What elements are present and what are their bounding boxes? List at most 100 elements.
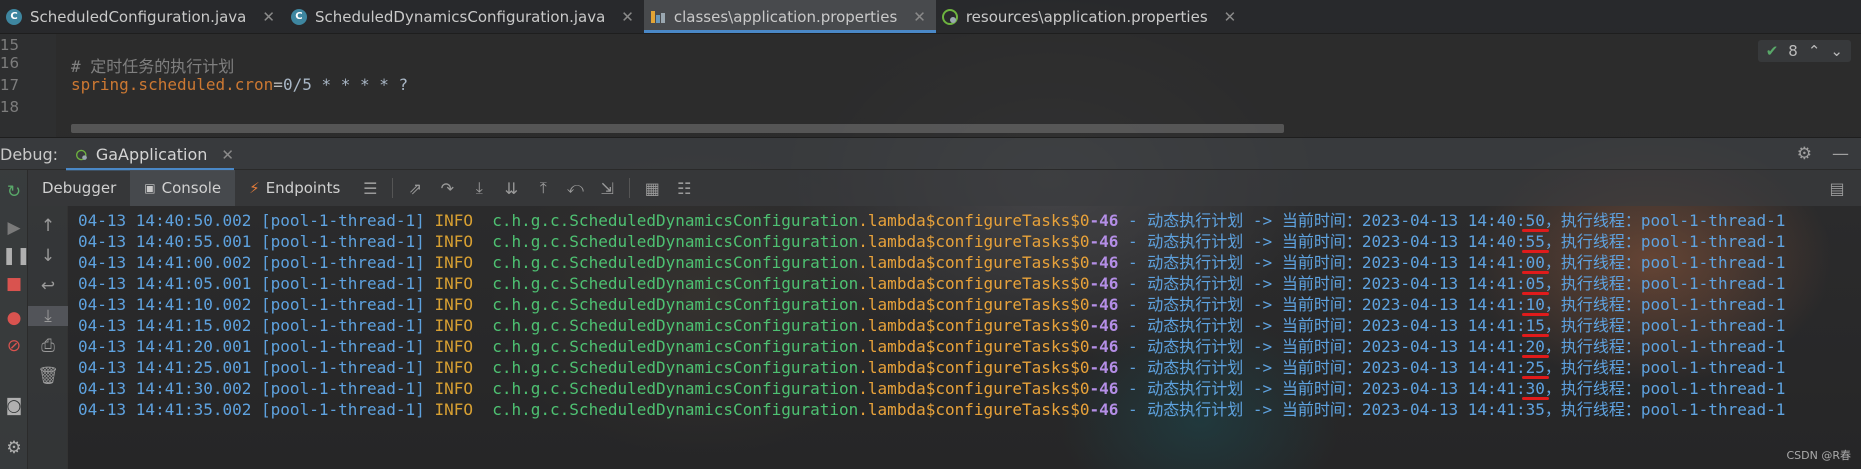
tab-resources-application-properties[interactable]: resources\application.properties ✕	[936, 0, 1246, 33]
view-breakpoints-icon[interactable]: ●	[2, 308, 26, 328]
step-over-icon[interactable]: ↷	[431, 179, 463, 198]
step-out-icon[interactable]: ⤒	[527, 178, 559, 198]
log-message: 动态执行计划 -> 当前时间：2023-04-13 14:	[1147, 274, 1497, 293]
up-arrow-icon[interactable]: ↑	[28, 216, 68, 236]
spring-properties-icon	[941, 8, 958, 25]
annotation-underline	[1521, 313, 1549, 316]
gear-icon[interactable]: ⚙	[1797, 144, 1812, 164]
mute-breakpoints-icon[interactable]: ⊘	[2, 336, 26, 356]
log-separator: -	[1118, 274, 1148, 293]
tab-endpoints[interactable]: ⚡ Endpoints	[235, 170, 354, 206]
log-class: c.h.g.c.ScheduledDynamicsConfiguration	[492, 253, 859, 272]
settings-icon[interactable]: ⚙	[2, 438, 26, 458]
close-icon[interactable]: ✕	[1224, 8, 1237, 26]
console-output[interactable]: 04-13 14:40:50.002 [pool-1-thread-1] INF…	[68, 206, 1861, 469]
log-second: 00	[1525, 253, 1545, 272]
menu-icon[interactable]: ☰	[354, 179, 386, 198]
log-line-number: -46	[1089, 253, 1119, 272]
annotation-underline	[1521, 355, 1549, 358]
chevron-down-icon[interactable]: ⌄	[1830, 42, 1843, 60]
debug-actions-strip: ↻ ▶ ❚❚ ■ ● ⊘ ◙ ⚙	[0, 170, 31, 469]
step-into-icon[interactable]: ⤓	[463, 178, 495, 198]
properties-file-icon	[650, 9, 666, 25]
code-editor[interactable]: 15 16 17 18 # 定时任务的执行计划 spring.scheduled…	[0, 34, 1861, 137]
check-icon: ✔	[1765, 42, 1779, 60]
soft-wrap-icon[interactable]: ↩	[28, 276, 68, 296]
tab-scheduled-dynamics-configuration[interactable]: C ScheduledDynamicsConfiguration.java ✕	[285, 0, 644, 33]
stop-icon[interactable]: ■	[2, 274, 26, 294]
horizontal-scrollbar[interactable]	[71, 124, 1284, 133]
close-icon[interactable]: ✕	[913, 8, 926, 26]
console-icon: ▣	[144, 181, 156, 195]
log-class: c.h.g.c.ScheduledDynamicsConfiguration	[492, 358, 859, 377]
annotation-underline	[1521, 250, 1549, 253]
run-to-cursor-icon[interactable]: ⇲	[591, 179, 623, 198]
rerun-icon[interactable]: ↻	[2, 182, 26, 202]
code-property-line: spring.scheduled.cron=0/5 * * * * ?	[71, 75, 408, 94]
chevron-up-icon[interactable]: ⌃	[1808, 42, 1821, 60]
log-level: INFO	[434, 295, 473, 314]
resume-icon[interactable]: ▶	[2, 218, 26, 238]
tab-label: ScheduledConfiguration.java	[30, 7, 247, 26]
log-class: c.h.g.c.ScheduledDynamicsConfiguration	[492, 400, 859, 419]
tab-console[interactable]: ▣ Console	[130, 170, 236, 206]
tab-debug-session[interactable]: GaApplication ✕	[66, 138, 234, 171]
scroll-to-end-icon[interactable]: ⤓	[28, 306, 68, 326]
tab-debugger[interactable]: Debugger	[28, 170, 130, 206]
log-minute: 41:	[1496, 316, 1526, 335]
log-separator: -	[1118, 337, 1148, 356]
inspection-count: 8	[1788, 42, 1798, 60]
log-class: c.h.g.c.ScheduledDynamicsConfiguration	[492, 232, 859, 251]
log-message: 动态执行计划 -> 当前时间：2023-04-13 14:	[1147, 379, 1497, 398]
log-level: INFO	[434, 211, 473, 230]
log-minute: 41:	[1496, 358, 1526, 377]
trace-stream-icon[interactable]: ☷	[668, 179, 700, 198]
java-class-icon: C	[290, 8, 307, 25]
log-class: c.h.g.c.ScheduledDynamicsConfiguration	[492, 274, 859, 293]
log-minute: 40:	[1496, 232, 1526, 251]
evaluate-expression-icon[interactable]: ▦	[636, 179, 668, 198]
log-method: .lambda$configureTasks$0	[858, 232, 1090, 251]
pause-icon[interactable]: ❚❚	[2, 246, 31, 266]
log-line-number: -46	[1089, 295, 1119, 314]
divider	[392, 178, 394, 198]
log-second: 35	[1525, 400, 1545, 419]
drop-frame-icon[interactable]: ⤺	[559, 178, 591, 198]
log-second: 10	[1525, 295, 1545, 314]
log-line-number: -46	[1089, 400, 1119, 419]
editor-tab-bar: C ScheduledConfiguration.java ✕ C Schedu…	[0, 0, 1861, 34]
divider	[629, 178, 631, 198]
show-execution-point-icon[interactable]: ⇗	[399, 179, 431, 198]
close-icon[interactable]: ✕	[221, 146, 234, 164]
java-class-icon: C	[6, 8, 22, 25]
annotation-underline	[1521, 229, 1549, 232]
close-icon[interactable]: ✕	[262, 8, 275, 26]
log-timestamp: 04-13 14:41:25.001	[78, 358, 252, 377]
debug-label: Debug:	[0, 145, 59, 164]
log-method: .lambda$configureTasks$0	[858, 337, 1090, 356]
tab-label: Endpoints	[265, 179, 341, 197]
log-message: 动态执行计划 -> 当前时间：2023-04-13 14:	[1147, 295, 1497, 314]
down-arrow-icon[interactable]: ↓	[28, 246, 68, 266]
camera-icon[interactable]: ◙	[2, 396, 26, 416]
debug-toolbar: Debugger ▣ Console ⚡ Endpoints ☰ ⇗ ↷ ⤓ ⇊…	[28, 170, 1861, 206]
line-number: 18	[0, 98, 20, 116]
log-method: .lambda$configureTasks$0	[858, 295, 1090, 314]
force-step-into-icon[interactable]: ⇊	[495, 179, 527, 198]
trash-icon[interactable]: 🗑	[28, 366, 68, 386]
tab-scheduled-configuration[interactable]: C ScheduledConfiguration.java ✕	[0, 0, 285, 33]
print-icon[interactable]: ⎙	[28, 336, 68, 356]
log-timestamp: 04-13 14:41:15.002	[78, 316, 252, 335]
inspection-widget[interactable]: ✔ 8 ⌃ ⌄	[1757, 40, 1851, 62]
tab-classes-application-properties[interactable]: classes\application.properties ✕	[643, 0, 936, 33]
minimize-icon[interactable]: —	[1832, 144, 1849, 164]
tab-label: Debugger	[42, 179, 117, 197]
log-thread-name: pool-1-thread-1	[1640, 379, 1786, 398]
log-message: 动态执行计划 -> 当前时间：2023-04-13 14:	[1147, 337, 1497, 356]
log-separator: -	[1118, 358, 1148, 377]
log-thread-label: ，执行线程：	[1544, 316, 1641, 335]
line-number: 17	[0, 76, 20, 94]
annotation-underline	[1521, 271, 1549, 274]
close-icon[interactable]: ✕	[621, 8, 634, 26]
layout-icon[interactable]: ▤	[1821, 179, 1853, 198]
